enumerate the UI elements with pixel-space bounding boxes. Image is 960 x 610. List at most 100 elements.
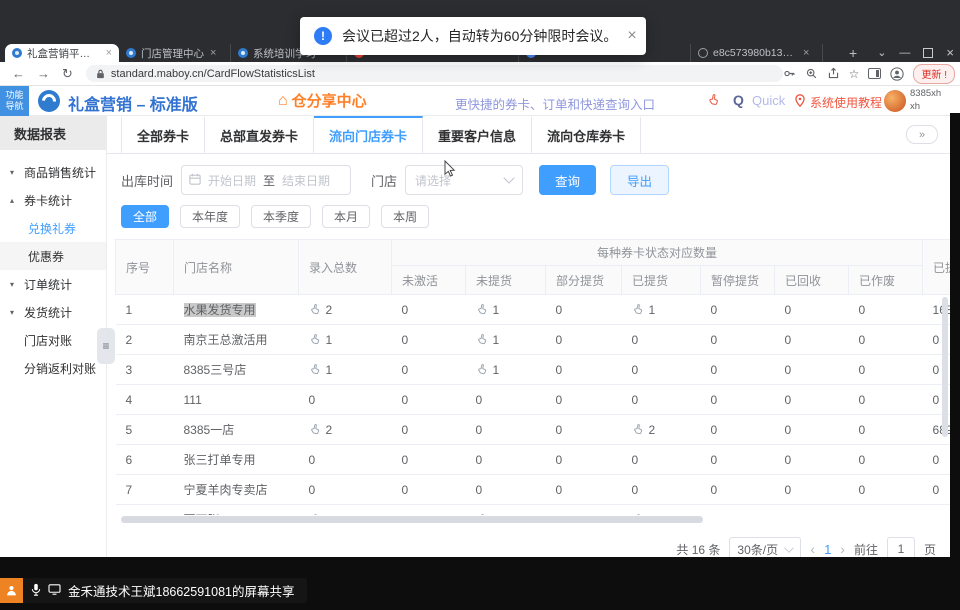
count-link-cell[interactable]: 1: [299, 355, 392, 385]
quick-filter-button[interactable]: 本年度: [180, 205, 240, 228]
update-badge[interactable]: 更新 !: [913, 64, 955, 84]
goto-page-input[interactable]: 1: [887, 537, 915, 557]
store-name: 宁夏羊肉专卖店: [174, 475, 299, 505]
maximize-icon[interactable]: [923, 48, 933, 58]
quick-search-label[interactable]: Quick: [752, 93, 785, 108]
vertical-scrollbar[interactable]: [942, 297, 948, 437]
main-tab[interactable]: 全部券卡: [121, 116, 205, 153]
count-cell: 0: [849, 355, 923, 385]
page-size-select[interactable]: 30条/页: [729, 537, 801, 557]
tab-search-icon[interactable]: ⌄: [877, 46, 886, 59]
pointer-hand-icon: [307, 421, 322, 436]
prev-page-button[interactable]: ‹: [810, 541, 815, 557]
count-cell: 0: [546, 445, 622, 475]
search-q-icon[interactable]: Q: [733, 92, 744, 108]
reload-icon[interactable]: ↻: [62, 67, 73, 80]
quick-filter-button[interactable]: 本周: [381, 205, 429, 228]
zoom-icon[interactable]: [805, 67, 818, 80]
count-link-cell[interactable]: 1: [299, 325, 392, 355]
sidebar-item[interactable]: 分销返利对账: [0, 354, 106, 382]
sidebar-collapse-handle[interactable]: ≡: [97, 328, 115, 364]
quick-filter-button[interactable]: 本季度: [251, 205, 311, 228]
count-link-cell[interactable]: 1: [466, 295, 546, 325]
profile-icon[interactable]: [890, 67, 904, 81]
minimize-icon[interactable]: —: [899, 47, 910, 59]
function-nav-button[interactable]: 功能 导航: [0, 86, 29, 116]
sidebar-item[interactable]: 兑换礼券: [0, 214, 106, 242]
hamburger-icon: ≡: [102, 339, 109, 353]
address-bar[interactable]: standard.maboy.cn/CardFlowStatisticsList: [86, 65, 783, 82]
count-link-cell[interactable]: 1: [466, 325, 546, 355]
search-button[interactable]: 查询: [539, 165, 596, 195]
count-cell: 0: [701, 445, 775, 475]
browser-tab[interactable]: 门店管理中心×: [119, 44, 231, 62]
window-close-icon[interactable]: ×: [946, 45, 954, 60]
main-tab[interactable]: 重要客户信息: [423, 116, 532, 153]
screen-icon[interactable]: [48, 584, 61, 598]
filter-row: 出库时间 开始日期 至 结束日期 门店 请选择 查询 导出: [121, 165, 950, 195]
count-link-cell[interactable]: 2: [622, 415, 701, 445]
main-tab[interactable]: 流向仓库券卡: [532, 116, 641, 153]
sidebar-item[interactable]: ▾商品销售统计: [0, 158, 106, 186]
store-select[interactable]: 请选择: [405, 165, 523, 195]
tab-close-icon[interactable]: ×: [803, 47, 809, 59]
new-tab-button[interactable]: +: [849, 45, 857, 61]
participant-icon[interactable]: [0, 578, 23, 603]
date-range-input[interactable]: 开始日期 至 结束日期: [181, 165, 351, 195]
count-cell: 0: [849, 385, 923, 415]
sidebar-item[interactable]: ▾订单统计: [0, 270, 106, 298]
share-icon[interactable]: [827, 67, 840, 80]
next-page-button[interactable]: ›: [840, 541, 845, 557]
user-avatar[interactable]: [884, 90, 906, 112]
tab-close-icon[interactable]: ×: [106, 47, 112, 59]
pointer-hand-icon: [474, 361, 489, 376]
sidebar-item[interactable]: 优惠券: [0, 242, 106, 270]
count-link-cell[interactable]: 1: [466, 505, 546, 516]
tab-close-icon[interactable]: ×: [210, 47, 216, 59]
back-icon[interactable]: ←: [12, 67, 25, 80]
export-button[interactable]: 导出: [610, 165, 669, 195]
quick-filter-button[interactable]: 本月: [322, 205, 370, 228]
sidebar-item-label: 分销返利对账: [24, 360, 96, 377]
microphone-icon[interactable]: [31, 583, 41, 599]
horizontal-scrollbar[interactable]: [121, 516, 703, 523]
count-link-cell[interactable]: 1: [622, 295, 701, 325]
sidebar-item[interactable]: ▾发货统计: [0, 298, 106, 326]
forward-icon[interactable]: →: [37, 67, 50, 80]
count-cell: 0: [622, 385, 701, 415]
user-name-sub: xh: [910, 101, 941, 114]
password-key-icon[interactable]: [783, 67, 796, 80]
tabs-expand-button[interactable]: »: [906, 125, 938, 144]
count-link-cell[interactable]: 5: [299, 505, 392, 516]
maboy-favicon: [12, 48, 22, 58]
main-tab[interactable]: 总部直发券卡: [205, 116, 314, 153]
count-link-cell[interactable]: 4: [622, 505, 701, 516]
count-cell: 0: [849, 505, 923, 516]
browser-tab[interactable]: e8c573980b1328a258fd2e6×: [691, 44, 823, 62]
column-header: 门店名称: [174, 240, 299, 295]
current-page[interactable]: 1: [824, 542, 831, 557]
table-row: 58385一店20002000689.0: [116, 415, 951, 445]
table-viewport: 序号门店名称录入总数每种券卡状态对应数量已提货金额未激活未提货部分提货已提货暂停…: [115, 239, 950, 515]
bookmark-star-icon[interactable]: ☆: [849, 68, 860, 80]
count-cell: 0: [849, 475, 923, 505]
count-cell: 0: [622, 355, 701, 385]
count-link-cell[interactable]: 2: [299, 415, 392, 445]
side-panel-icon[interactable]: [868, 68, 881, 79]
system-tutorial-link[interactable]: 系统使用教程: [810, 94, 882, 111]
table-row: 7宁夏羊肉专卖店000000000: [116, 475, 951, 505]
count-link-cell[interactable]: 2: [299, 295, 392, 325]
main-tab[interactable]: 流向门店券卡: [314, 116, 423, 153]
share-center-link[interactable]: ⌂ 仓分享中心: [278, 90, 367, 111]
quick-filter-button[interactable]: 全部: [121, 205, 169, 228]
browser-tab[interactable]: 礼盒营销平台管理中心×: [5, 44, 119, 62]
browser-toolbar: ← → ↻ standard.maboy.cn/CardFlowStatisti…: [0, 62, 960, 86]
sidebar-item[interactable]: 门店对账: [0, 326, 106, 354]
close-icon[interactable]: ×: [627, 28, 636, 44]
count-cell: 0: [299, 475, 392, 505]
count-link-cell[interactable]: 1: [466, 355, 546, 385]
sidebar-item[interactable]: ▴券卡统计: [0, 186, 106, 214]
nav-toggle-line1: 功能: [5, 90, 23, 101]
column-header: 已回收: [775, 266, 849, 295]
count-link-value: 1: [649, 303, 656, 317]
